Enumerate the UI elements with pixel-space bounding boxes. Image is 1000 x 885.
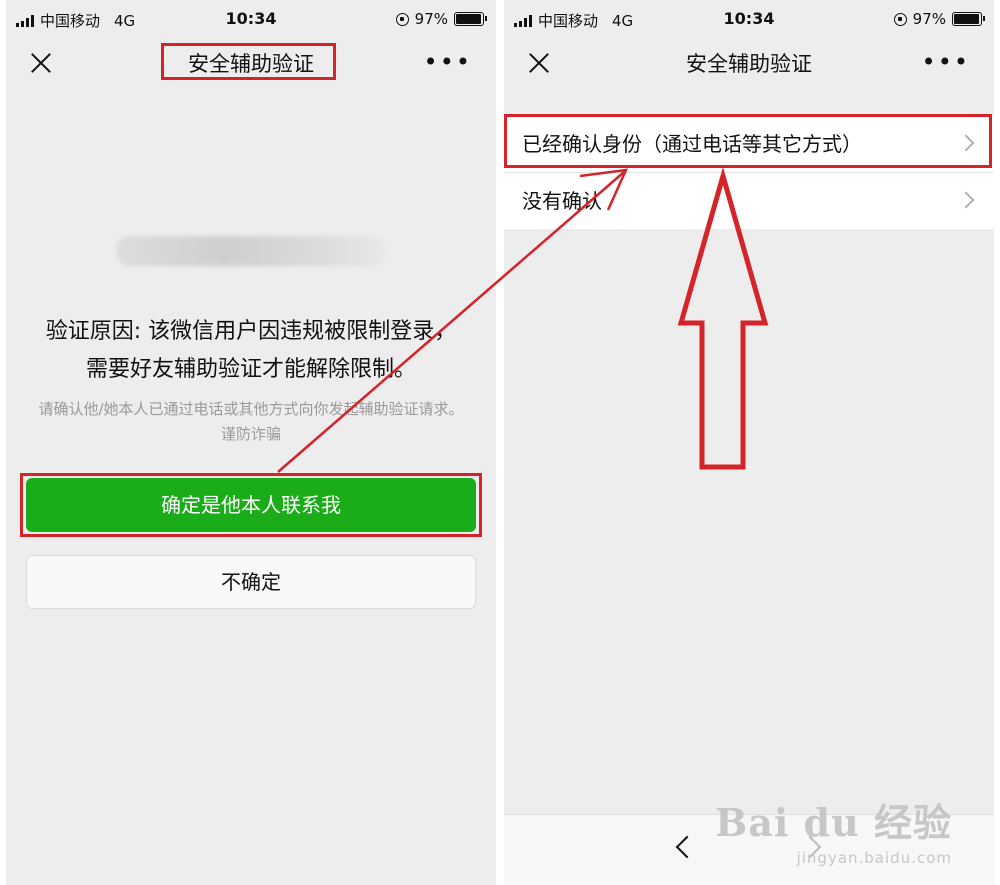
more-icon[interactable]: ••• (922, 48, 970, 76)
right-screen: 中国移动 4G 10:34 97% 安全辅助验证 ••• 已经确认身份（通过电话… (504, 0, 994, 885)
status-bar: 中国移动 4G 10:34 97% (504, 0, 994, 38)
confirm-highlight-box (20, 473, 482, 537)
more-icon[interactable]: ••• (424, 48, 472, 76)
rotation-lock-icon (395, 12, 409, 26)
battery-icon (454, 12, 487, 26)
watermark-url: jingyan.baidu.com (796, 849, 952, 867)
page-title: 安全辅助验证 (686, 52, 812, 76)
option-highlight-box (504, 114, 992, 168)
option-not-confirmed[interactable]: 没有确认 (504, 172, 994, 229)
baidu-watermark: Bai du 经验 jingyan.baidu.com (715, 792, 952, 867)
blurred-username (116, 236, 386, 266)
verification-reason: 验证原因: 该微信用户因违规被限制登录，需要好友辅助验证才能解除限制。 (45, 319, 457, 382)
verification-note: 请确认他/她本人已通过电话或其他方式向你发起辅助验证请求。谨防诈骗 (38, 400, 464, 443)
battery-icon (952, 12, 985, 26)
navigation-bar: 安全辅助验证 ••• (504, 38, 994, 88)
battery-label: 97% (414, 10, 448, 28)
title-highlight-box (161, 43, 336, 80)
status-bar: 中国移动 4G 10:34 97% (6, 0, 496, 38)
unsure-button[interactable]: 不确定 (26, 555, 476, 609)
option-label: 没有确认 (522, 189, 602, 213)
rotation-lock-icon (893, 12, 907, 26)
back-arrow-icon[interactable] (675, 835, 699, 859)
battery-label: 97% (912, 10, 946, 28)
chevron-right-icon (957, 191, 975, 209)
watermark-brand: Bai du 经验 (715, 800, 952, 845)
left-screen: 中国移动 4G 10:34 97% 安全辅助验证 ••• 验证原因: 该微信用户… (6, 0, 496, 885)
